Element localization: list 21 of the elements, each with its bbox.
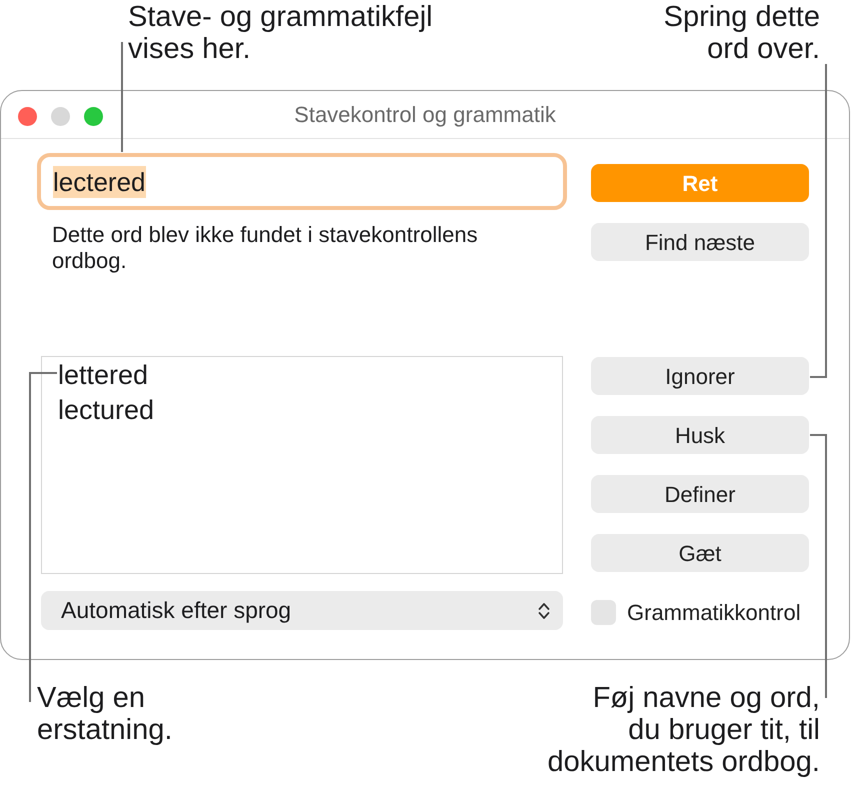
- chevron-up-down-icon: [538, 602, 550, 620]
- list-item[interactable]: lettered: [42, 358, 562, 393]
- button[interactable]: Definer: [591, 475, 809, 513]
- button[interactable]: Find næste: [591, 223, 809, 261]
- callout-text: Føj navne og ord, du bruger tit, til dokumentets ordbog.: [548, 682, 820, 778]
- button[interactable]: Ignorer: [591, 357, 809, 395]
- text-field[interactable]: lectered: [37, 153, 567, 210]
- callout-text: Vælg en erstatning.: [37, 682, 172, 746]
- callout-text: Spring dette ord over.: [664, 1, 820, 65]
- callout-text: Stave- og grammatikfejl vises her.: [128, 1, 433, 65]
- button[interactable]: Gæt: [591, 534, 809, 572]
- message-text: Dette ord blev ikke fundet i stavekontrollens ordbog.: [52, 222, 479, 275]
- close-button[interactable]: [18, 107, 37, 126]
- checkbox[interactable]: [591, 600, 616, 625]
- window-title: Stavekontrol og grammatik: [294, 101, 556, 129]
- button[interactable]: Husk: [591, 416, 809, 454]
- list-item[interactable]: lectured: [42, 393, 562, 428]
- checkbox-label: Grammatikkontrol: [627, 599, 801, 627]
- zoom-button[interactable]: [84, 107, 103, 126]
- language-dropdown[interactable]: Automatisk efter sprog: [41, 591, 563, 630]
- field-value: lectered: [53, 166, 146, 198]
